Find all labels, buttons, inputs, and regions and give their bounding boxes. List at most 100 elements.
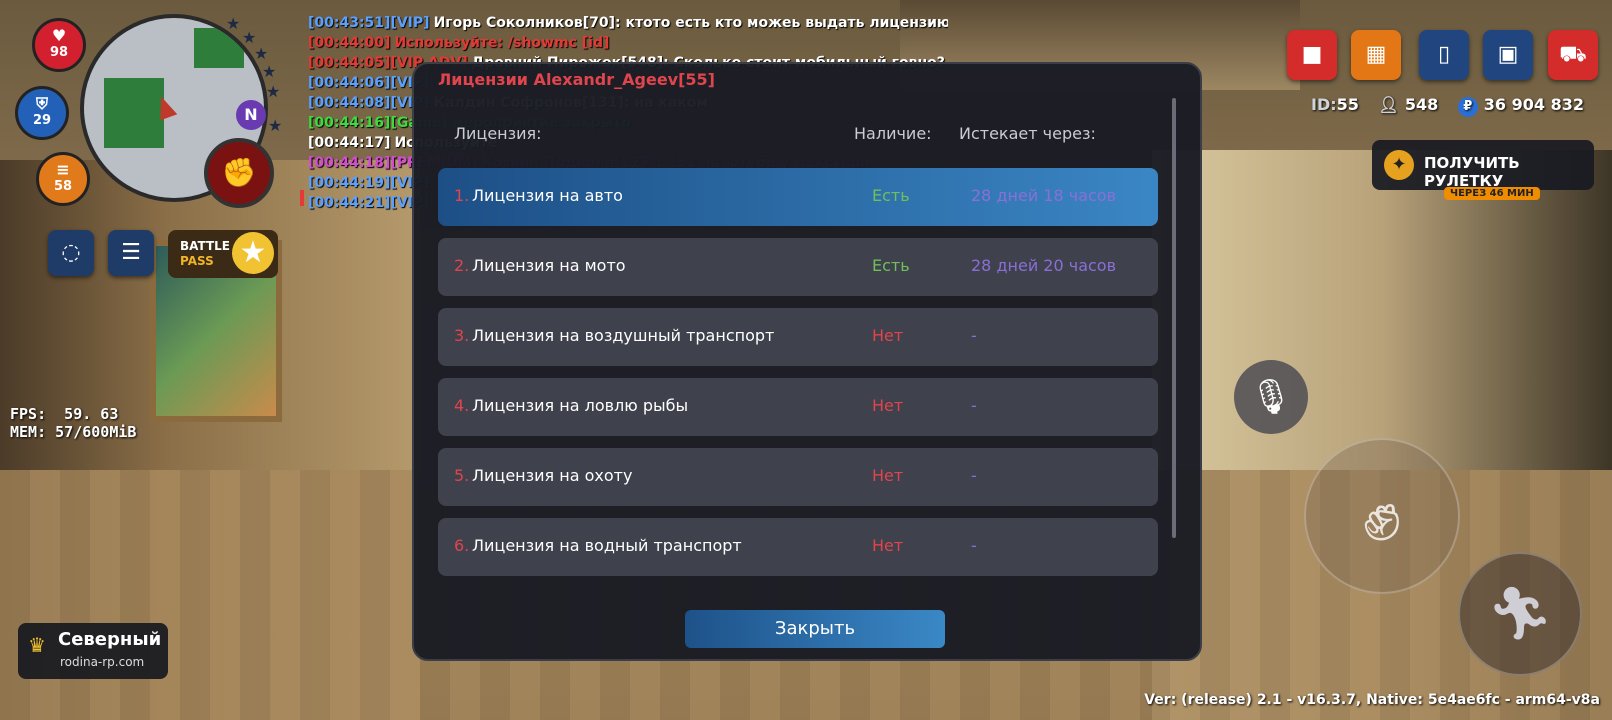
license-expiry: - bbox=[971, 326, 977, 345]
server-site: rodina-rp.com bbox=[60, 655, 145, 669]
chat-time: [00:44:18] bbox=[308, 155, 391, 171]
license-row[interactable]: 1. Лицензия на авто Есть 28 дней 18 часов bbox=[438, 168, 1158, 226]
license-number: 5. bbox=[454, 466, 470, 485]
license-number: 3. bbox=[454, 326, 470, 345]
column-header-license: Лицензия: bbox=[454, 124, 542, 143]
chat-time: [00:43:51] bbox=[308, 15, 391, 31]
weapon-fist-icon[interactable]: ✊ bbox=[204, 138, 274, 208]
license-expiry: - bbox=[971, 536, 977, 555]
phone-button[interactable]: ▯ bbox=[1419, 30, 1469, 80]
license-expiry: - bbox=[971, 396, 977, 415]
chat-message: Используйте: /showmc [id] bbox=[394, 35, 610, 51]
player-info: ID:55 👤︎ 548 ₽36 904 832 bbox=[1305, 95, 1584, 117]
chat-tag: [VIP] bbox=[390, 15, 430, 31]
user-icon: 👤︎ bbox=[1378, 95, 1399, 114]
video-camera-icon: ■ bbox=[1301, 42, 1323, 67]
scrollbar[interactable] bbox=[1172, 98, 1176, 538]
running-man-icon: 🏃︎ bbox=[1486, 584, 1553, 644]
heart-icon: ♥ bbox=[51, 26, 67, 45]
shop-button[interactable]: ⛟ bbox=[1548, 30, 1598, 80]
map-park bbox=[194, 28, 244, 68]
battle-pass-button[interactable]: BATTLE PASS ★ bbox=[168, 230, 278, 278]
roulette-label: ПОЛУЧИТЬ РУЛЕТКУ bbox=[1424, 154, 1520, 190]
chat-time: [00:44:05] bbox=[308, 55, 391, 71]
hunger-indicator: ≡ 58 bbox=[36, 152, 90, 206]
fps-counter: FPS: 59. 63 MEM: 57/600MiB bbox=[10, 405, 137, 441]
hunger-value: 58 bbox=[53, 179, 73, 194]
license-name: Лицензия на авто bbox=[472, 186, 623, 205]
license-name: Лицензия на мото bbox=[472, 256, 626, 275]
server-name: Северный bbox=[58, 629, 162, 650]
tasks-button[interactable]: ☰ bbox=[108, 230, 154, 276]
star-icon: ★ bbox=[232, 232, 274, 274]
close-button[interactable]: Закрыть bbox=[685, 610, 945, 648]
chat-line: [00:43:51][VIP] Игорь Соколников[70]: кто… bbox=[308, 13, 948, 33]
microphone-icon: 🎙︎ bbox=[1249, 377, 1293, 417]
license-availability: Нет bbox=[872, 466, 904, 485]
attack-button[interactable]: ✊︎ bbox=[1304, 438, 1460, 594]
compass-north: N bbox=[236, 100, 266, 130]
health-value: 98 bbox=[49, 45, 69, 60]
license-number: 1. bbox=[454, 186, 470, 205]
menu-button[interactable]: ▦ bbox=[1351, 30, 1401, 80]
license-availability: Нет bbox=[872, 396, 904, 415]
armor-value: 29 bbox=[32, 113, 52, 128]
license-availability: Нет bbox=[872, 536, 904, 555]
microphone-button[interactable]: 🎙︎ bbox=[1234, 360, 1308, 434]
star-icon: ★ bbox=[262, 62, 277, 81]
license-row[interactable]: 3. Лицензия на воздушный транспорт Нет - bbox=[438, 308, 1158, 366]
id-value: 55 bbox=[1336, 95, 1359, 114]
license-row[interactable]: 6. Лицензия на водный транспорт Нет - bbox=[438, 518, 1158, 576]
chat-time: [00:44:21] bbox=[308, 195, 391, 211]
fist-icon: ✊︎ bbox=[1362, 475, 1402, 557]
chat-time: [00:44:00] bbox=[308, 35, 391, 51]
license-row[interactable]: 5. Лицензия на охоту Нет - bbox=[438, 448, 1158, 506]
id-label: ID: bbox=[1311, 95, 1337, 114]
star-icon: ★ bbox=[268, 116, 283, 135]
license-number: 2. bbox=[454, 256, 470, 275]
star-icon: ★ bbox=[254, 44, 269, 63]
chat-time: [00:44:17] bbox=[308, 135, 391, 151]
ruble-icon: ₽ bbox=[1457, 97, 1478, 117]
armor-icon: ⛨ bbox=[35, 94, 48, 113]
checklist-icon: ☰ bbox=[121, 240, 141, 265]
grid-icon: ▦ bbox=[1365, 42, 1387, 67]
chat-time: [00:44:06] bbox=[308, 75, 391, 91]
phone-icon: ▯ bbox=[1437, 42, 1451, 67]
record-button[interactable]: ■ bbox=[1287, 30, 1337, 80]
chat-time: [00:44:16] bbox=[308, 115, 391, 131]
license-availability: Есть bbox=[872, 256, 910, 275]
money-value: 36 904 832 bbox=[1483, 95, 1584, 114]
get-roulette-button[interactable]: ✦ ПОЛУЧИТЬ РУЛЕТКУ bbox=[1372, 140, 1594, 190]
column-header-expires: Истекает через: bbox=[959, 124, 1096, 143]
license-number: 6. bbox=[454, 536, 470, 555]
license-row[interactable]: 4. Лицензия на ловлю рыбы Нет - bbox=[438, 378, 1158, 436]
chat-line: [00:44:00] Используйте: /showmc [id] bbox=[308, 33, 948, 53]
licenses-dialog: Лицензии Alexandr_Ageev[55] Лицензия: На… bbox=[412, 62, 1202, 661]
inventory-button[interactable]: ▣ bbox=[1483, 30, 1533, 80]
cursor-icon: ◌ bbox=[61, 240, 81, 265]
armor-indicator: ⛨ 29 bbox=[15, 86, 69, 140]
sprint-button[interactable]: 🏃︎ bbox=[1458, 552, 1582, 676]
battle-pass-line1: BATTLE bbox=[180, 239, 230, 253]
roulette-wheel-icon: ✦ bbox=[1384, 150, 1414, 180]
server-badge: ♛ Северный rodina-rp.com bbox=[18, 623, 168, 679]
dialog-title: Лицензии Alexandr_Ageev[55] bbox=[438, 70, 715, 89]
online-count: 548 bbox=[1404, 95, 1439, 114]
server-emblem-icon: ♛ bbox=[28, 633, 46, 657]
license-name: Лицензия на охоту bbox=[472, 466, 633, 485]
cursor-button[interactable]: ◌ bbox=[48, 230, 94, 276]
license-number: 4. bbox=[454, 396, 470, 415]
minimap-cluster: ★ ★ ★ ★ ★ ★ N ✊ ♥ 98 ⛨ 29 ≡ 58 bbox=[10, 6, 282, 208]
license-availability: Есть bbox=[872, 186, 910, 205]
license-expiry: 28 дней 20 часов bbox=[971, 256, 1117, 275]
license-name: Лицензия на водный транспорт bbox=[472, 536, 742, 555]
version-text: Ver: (release) 2.1 - v16.3.7, Native: 5e… bbox=[1144, 692, 1600, 708]
license-availability: Нет bbox=[872, 326, 904, 345]
burger-icon: ≡ bbox=[56, 160, 70, 179]
column-header-available: Наличие: bbox=[854, 124, 932, 143]
roulette-timer: ЧЕРЕЗ 46 МИН bbox=[1444, 187, 1540, 200]
license-name: Лицензия на воздушный транспорт bbox=[472, 326, 775, 345]
chat-time: [00:44:08] bbox=[308, 95, 391, 111]
license-row[interactable]: 2. Лицензия на мото Есть 28 дней 20 часов bbox=[438, 238, 1158, 296]
